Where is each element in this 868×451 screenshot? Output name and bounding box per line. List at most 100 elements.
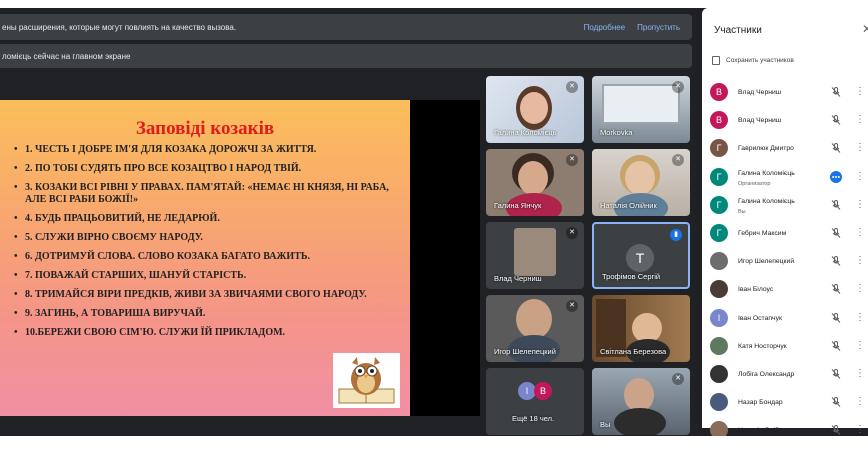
- more-participants-tile[interactable]: I B Ещё 18 чел.: [486, 368, 584, 435]
- slide-item: 5. СЛУЖИ ВІРНО СВОЄМУ НАРОДУ.: [14, 232, 404, 244]
- mic-off-icon: ✕: [566, 154, 578, 166]
- avatar: B: [534, 382, 552, 400]
- tile-name: Morkovka: [600, 128, 633, 137]
- participant-row[interactable]: Игор Шелепецкий ⋮: [710, 248, 868, 276]
- participant-row[interactable]: Іван Білоус ⋮: [710, 276, 868, 304]
- participant-avatar: [710, 280, 728, 299]
- extension-warning-banner: ены расширения, которые могут повлиять н…: [0, 14, 692, 40]
- participant-row[interactable]: Г Гаврилюк Дмитро ⋮: [710, 135, 868, 163]
- mic-off-icon[interactable]: [830, 312, 842, 324]
- mic-off-icon[interactable]: [830, 142, 842, 154]
- mic-off-icon[interactable]: [830, 227, 842, 239]
- kebab-menu-icon[interactable]: ⋮: [855, 254, 865, 268]
- kebab-menu-icon[interactable]: ⋮: [855, 395, 865, 409]
- mic-off-icon[interactable]: [830, 396, 842, 408]
- kebab-menu-icon[interactable]: ⋮: [855, 198, 865, 212]
- participant-avatar: [710, 336, 728, 355]
- tile-name: Наталія Олійник: [600, 201, 657, 210]
- participant-tile[interactable]: ✕ Галина Коломієць: [486, 76, 584, 143]
- participant-row[interactable]: Лобіга Олександр ⋮: [710, 361, 868, 389]
- participant-name: Лобіга Олександр: [738, 371, 795, 378]
- participant-avatar: Г: [710, 139, 728, 158]
- participant-row[interactable]: Г Галина Коломієць Организатор ⋮: [710, 164, 868, 192]
- participant-role: Вы: [738, 208, 746, 215]
- slide-item: 6. ДОТРИМУЙ СЛОВА. СЛОВО КОЗАКА БАГАТО В…: [14, 251, 404, 263]
- slide-item: 10.БЕРЕЖИ СВОЮ СІМ'Ю. СЛУЖИ ЇЙ ПРИКЛАДОМ…: [14, 327, 404, 339]
- participant-name: Влад Черниш: [738, 89, 782, 96]
- mic-off-icon[interactable]: [830, 86, 842, 98]
- slide-list: 1. ЧЕСТЬ І ДОБРЕ ІМ'Я ДЛЯ КОЗАКА ДОРОЖЧІ…: [14, 144, 404, 346]
- mic-off-icon[interactable]: [830, 255, 842, 267]
- participant-name: Игор Шелепецкий: [738, 258, 795, 266]
- participant-avatar: Г: [710, 224, 728, 242]
- slide-item: 7. ПОВАЖАЙ СТАРШИХ, ШАНУЙ СТАРІСТЬ.: [14, 270, 404, 282]
- skip-link[interactable]: Пропустить: [637, 23, 680, 32]
- mic-off-icon: ✕: [566, 81, 578, 93]
- mic-off-icon: ✕: [672, 154, 684, 166]
- participant-name: Наталія Олійник: [738, 427, 790, 435]
- screenshot-margin: [0, 436, 868, 451]
- kebab-menu-icon[interactable]: ⋮: [855, 226, 865, 240]
- participant-row[interactable]: Г Гебрич Максим ⋮: [710, 220, 868, 248]
- slide-item: 8. ТРИМАЙСЯ ВІРИ ПРЕДКІВ, ЖИВИ ЗА ЗВИЧАЯ…: [14, 289, 404, 301]
- tile-name: Галина Янчук: [494, 201, 542, 210]
- tile-name: Вы: [600, 420, 611, 429]
- kebab-menu-icon[interactable]: ⋮: [855, 170, 865, 184]
- participant-name: Влад Черниш: [738, 117, 782, 125]
- slide-title: Заповіді козаків: [135, 118, 275, 139]
- participant-tile[interactable]: Світлана Березова: [592, 295, 690, 362]
- presentation-slide: Заповіді козаків 1. ЧЕСТЬ І ДОБРЕ ІМ'Я Д…: [0, 100, 410, 416]
- save-icon: [712, 56, 720, 65]
- kebab-menu-icon[interactable]: ⋮: [855, 282, 865, 296]
- participant-name: Гебрич Максим: [738, 230, 787, 237]
- participant-row[interactable]: Г Галина Коломієць Вы ⋮: [710, 192, 868, 220]
- participant-tile[interactable]: ✕ Игор Шелепецкий: [486, 295, 584, 362]
- participant-name: Гаврилюк Дмитро: [738, 145, 794, 153]
- avatar: T: [626, 244, 654, 272]
- self-tile[interactable]: ✕ Вы: [592, 368, 690, 435]
- participant-name: Іван Остапчук: [738, 314, 782, 322]
- slide-letterbox: [410, 100, 480, 416]
- kebab-menu-icon[interactable]: ⋮: [855, 85, 865, 99]
- kebab-menu-icon[interactable]: ⋮: [855, 141, 865, 155]
- kebab-menu-icon[interactable]: ⋮: [855, 367, 865, 381]
- participant-tile[interactable]: ✕ Наталія Олійник: [592, 149, 690, 216]
- more-options-icon[interactable]: [830, 170, 842, 183]
- participant-avatar: [710, 252, 728, 271]
- tile-name: Галина Коломієць: [494, 128, 557, 137]
- mic-off-icon[interactable]: [830, 283, 842, 295]
- kebab-menu-icon[interactable]: ⋮: [855, 339, 865, 353]
- participant-tile[interactable]: ✕ Галина Янчук: [486, 149, 584, 216]
- participant-tile[interactable]: ✕ Morkovka: [592, 76, 690, 143]
- participant-avatar: B: [710, 111, 728, 130]
- details-link[interactable]: Подробнее: [584, 23, 626, 32]
- presenting-text: ломієць сейчас на главном экране: [2, 51, 131, 61]
- mic-off-icon: ✕: [672, 373, 684, 385]
- participant-role: Организатор: [738, 180, 771, 187]
- save-participants-button[interactable]: Сохранить участников: [712, 56, 794, 65]
- mic-off-icon[interactable]: [830, 340, 842, 352]
- participant-row[interactable]: Катя Носторчук ⋮: [710, 333, 868, 361]
- participant-name: Назар Бондар: [738, 399, 783, 407]
- mic-off-icon[interactable]: [830, 368, 842, 380]
- participant-row[interactable]: I Іван Остапчук ⋮: [710, 305, 868, 333]
- presenting-banner: ломієць сейчас на главном экране: [0, 44, 692, 68]
- participant-tile[interactable]: ✕ Влад Черниш: [486, 222, 584, 289]
- mic-off-icon[interactable]: [830, 114, 842, 126]
- mic-off-icon[interactable]: [830, 199, 842, 211]
- kebab-menu-icon[interactable]: ⋮: [855, 311, 865, 325]
- close-icon[interactable]: ✕: [862, 22, 868, 36]
- participant-avatar: I: [710, 308, 728, 327]
- participant-row[interactable]: Назар Бондар ⋮: [710, 389, 868, 417]
- extension-warning-text: ены расширения, которые могут повлиять н…: [2, 22, 237, 32]
- participant-tile[interactable]: T ▮ Трофімов Сергій: [592, 222, 690, 289]
- participant-name: Катя Носторчук: [738, 342, 787, 350]
- participant-avatar: [710, 393, 728, 412]
- tile-name: Игор Шелепецкий: [494, 347, 556, 356]
- owl-illustration: [333, 353, 400, 408]
- mic-off-icon[interactable]: [830, 424, 842, 436]
- kebab-menu-icon[interactable]: ⋮: [855, 113, 865, 127]
- participant-avatar: [710, 365, 728, 383]
- participant-row[interactable]: B Влад Черниш ⋮: [710, 107, 868, 135]
- participant-row[interactable]: B Влад Черниш ⋮: [710, 79, 868, 107]
